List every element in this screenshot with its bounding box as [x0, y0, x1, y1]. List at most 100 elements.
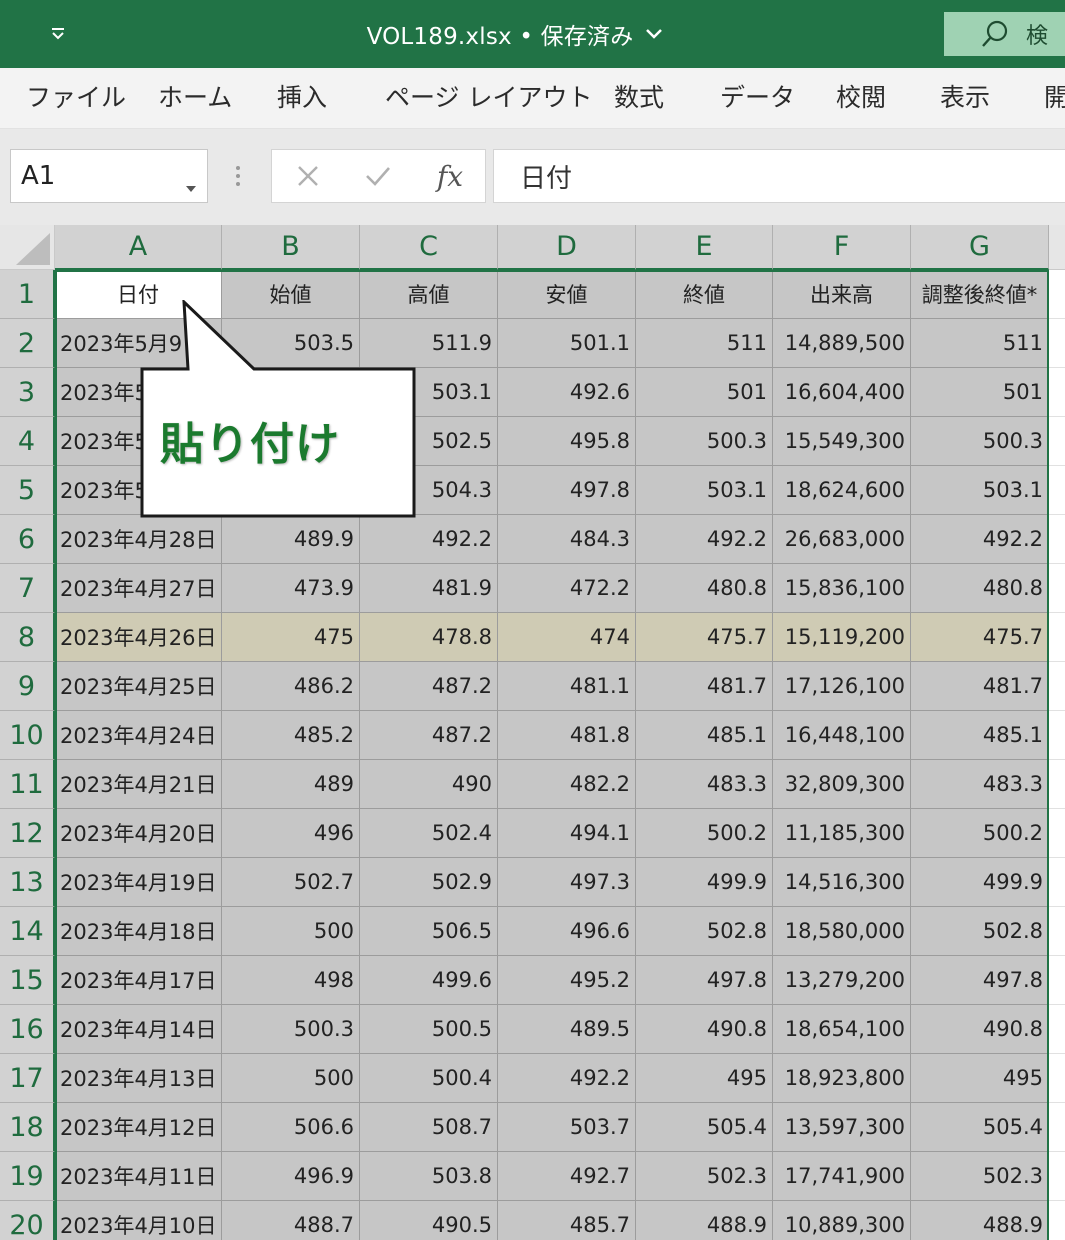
- cell-g9[interactable]: 481.7: [911, 662, 1049, 711]
- row-header-4[interactable]: 4: [0, 417, 55, 466]
- cell-h14[interactable]: [1049, 907, 1065, 956]
- cell-a6[interactable]: 2023年4月28日: [55, 515, 222, 564]
- cell-d5[interactable]: 497.8: [498, 466, 636, 515]
- cell-h1[interactable]: [1049, 270, 1065, 319]
- column-header-d[interactable]: D: [498, 225, 636, 270]
- cell-f16[interactable]: 18,654,100: [773, 1005, 911, 1054]
- column-header-e[interactable]: E: [636, 225, 773, 270]
- cell-c13[interactable]: 502.9: [360, 858, 498, 907]
- cell-h3[interactable]: [1049, 368, 1065, 417]
- cell-h12[interactable]: [1049, 809, 1065, 858]
- cell-g12[interactable]: 500.2: [911, 809, 1049, 858]
- cell-h20[interactable]: [1049, 1201, 1065, 1240]
- cell-f14[interactable]: 18,580,000: [773, 907, 911, 956]
- row-header-18[interactable]: 18: [0, 1103, 55, 1152]
- cell-a7[interactable]: 2023年4月27日: [55, 564, 222, 613]
- cell-b19[interactable]: 496.9: [222, 1152, 360, 1201]
- cell-b2[interactable]: 503.5: [222, 319, 360, 368]
- tab-file[interactable]: ファイル: [26, 68, 126, 128]
- cell-d10[interactable]: 481.8: [498, 711, 636, 760]
- cell-h6[interactable]: [1049, 515, 1065, 564]
- cell-b8[interactable]: 475: [222, 613, 360, 662]
- tab-data[interactable]: データ: [720, 68, 795, 128]
- column-header-a[interactable]: A: [55, 225, 222, 270]
- cell-a11[interactable]: 2023年4月21日: [55, 760, 222, 809]
- cell-a13[interactable]: 2023年4月19日: [55, 858, 222, 907]
- worksheet-grid[interactable]: A B C D E F G 1 2 3 4 5 6 7 8 9 10 11 12 13 14 15 16 17 18 19 20 日付…: [0, 225, 1065, 1240]
- cell-h16[interactable]: [1049, 1005, 1065, 1054]
- cell-f18[interactable]: 13,597,300: [773, 1103, 911, 1152]
- row-header-14[interactable]: 14: [0, 907, 55, 956]
- cell-e12[interactable]: 500.2: [636, 809, 773, 858]
- cell-b15[interactable]: 498: [222, 956, 360, 1005]
- cell-e17[interactable]: 495: [636, 1054, 773, 1103]
- row-header-9[interactable]: 9: [0, 662, 55, 711]
- row-header-8[interactable]: 8: [0, 613, 55, 662]
- cell-g20[interactable]: 488.9: [911, 1201, 1049, 1240]
- column-header-h[interactable]: [1049, 225, 1065, 270]
- cell-h13[interactable]: [1049, 858, 1065, 907]
- name-box-dropdown-icon[interactable]: [185, 170, 197, 200]
- cell-g10[interactable]: 485.1: [911, 711, 1049, 760]
- cell-d3[interactable]: 492.6: [498, 368, 636, 417]
- row-header-11[interactable]: 11: [0, 760, 55, 809]
- cell-f8[interactable]: 15,119,200: [773, 613, 911, 662]
- cell-d15[interactable]: 495.2: [498, 956, 636, 1005]
- row-header-16[interactable]: 16: [0, 1005, 55, 1054]
- cell-e16[interactable]: 490.8: [636, 1005, 773, 1054]
- cell-e4[interactable]: 500.3: [636, 417, 773, 466]
- column-header-g[interactable]: G: [911, 225, 1049, 270]
- cell-c16[interactable]: 500.5: [360, 1005, 498, 1054]
- cell-c15[interactable]: 499.6: [360, 956, 498, 1005]
- cell-h7[interactable]: [1049, 564, 1065, 613]
- row-header-10[interactable]: 10: [0, 711, 55, 760]
- cell-f19[interactable]: 17,741,900: [773, 1152, 911, 1201]
- cell-a10[interactable]: 2023年4月24日: [55, 711, 222, 760]
- cell-c10[interactable]: 487.2: [360, 711, 498, 760]
- name-box[interactable]: A1: [10, 149, 208, 203]
- tab-page-layout[interactable]: ページ レイアウト: [385, 68, 592, 128]
- cell-d6[interactable]: 484.3: [498, 515, 636, 564]
- cell-f4[interactable]: 15,549,300: [773, 417, 911, 466]
- formula-bar-resize-handle[interactable]: [232, 163, 244, 189]
- cell-h10[interactable]: [1049, 711, 1065, 760]
- column-header-c[interactable]: C: [360, 225, 498, 270]
- row-header-17[interactable]: 17: [0, 1054, 55, 1103]
- document-title[interactable]: VOL189.xlsx • 保存済み: [0, 0, 1030, 68]
- row-header-13[interactable]: 13: [0, 858, 55, 907]
- column-header-b[interactable]: B: [222, 225, 360, 270]
- cell-f1[interactable]: 出来高: [773, 270, 911, 319]
- cell-b1[interactable]: 始値: [222, 270, 360, 319]
- cell-c18[interactable]: 508.7: [360, 1103, 498, 1152]
- cell-d2[interactable]: 501.1: [498, 319, 636, 368]
- cell-c20[interactable]: 490.5: [360, 1201, 498, 1240]
- cell-e13[interactable]: 499.9: [636, 858, 773, 907]
- cell-e11[interactable]: 483.3: [636, 760, 773, 809]
- cell-d12[interactable]: 494.1: [498, 809, 636, 858]
- cell-d13[interactable]: 497.3: [498, 858, 636, 907]
- row-header-12[interactable]: 12: [0, 809, 55, 858]
- cell-e2[interactable]: 511: [636, 319, 773, 368]
- cell-g18[interactable]: 505.4: [911, 1103, 1049, 1152]
- cell-b11[interactable]: 489: [222, 760, 360, 809]
- cell-e20[interactable]: 488.9: [636, 1201, 773, 1240]
- cell-c9[interactable]: 487.2: [360, 662, 498, 711]
- cell-f6[interactable]: 26,683,000: [773, 515, 911, 564]
- column-header-f[interactable]: F: [773, 225, 911, 270]
- search-box[interactable]: 検: [944, 12, 1065, 56]
- cell-d1[interactable]: 安値: [498, 270, 636, 319]
- cell-c17[interactable]: 500.4: [360, 1054, 498, 1103]
- cell-h4[interactable]: [1049, 417, 1065, 466]
- row-header-7[interactable]: 7: [0, 564, 55, 613]
- row-header-3[interactable]: 3: [0, 368, 55, 417]
- cell-e14[interactable]: 502.8: [636, 907, 773, 956]
- cell-c14[interactable]: 506.5: [360, 907, 498, 956]
- row-header-19[interactable]: 19: [0, 1152, 55, 1201]
- cell-f11[interactable]: 32,809,300: [773, 760, 911, 809]
- row-header-15[interactable]: 15: [0, 956, 55, 1005]
- enter-button[interactable]: [358, 150, 398, 202]
- cell-h11[interactable]: [1049, 760, 1065, 809]
- cell-h17[interactable]: [1049, 1054, 1065, 1103]
- cell-h9[interactable]: [1049, 662, 1065, 711]
- cell-d4[interactable]: 495.8: [498, 417, 636, 466]
